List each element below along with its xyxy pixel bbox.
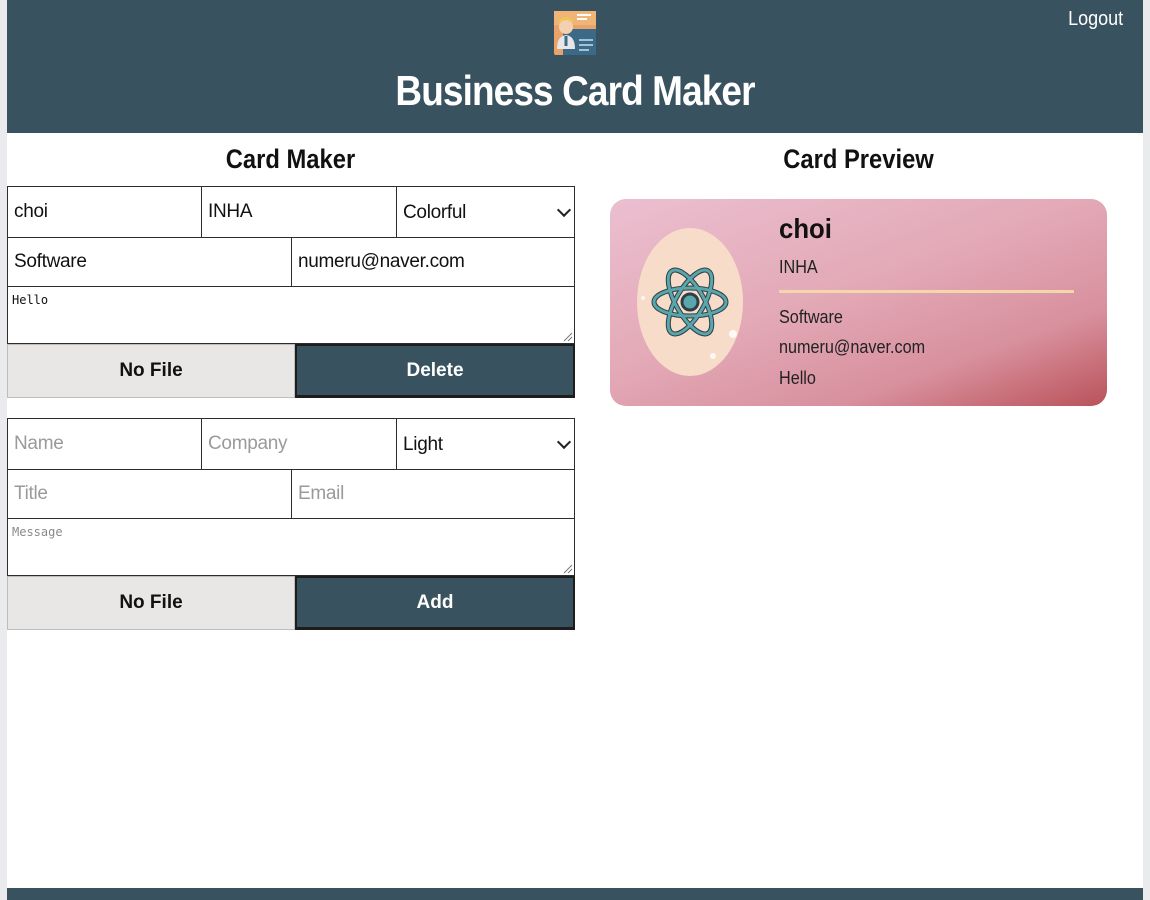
- theme-select[interactable]: Light: [396, 418, 575, 470]
- card-name: choi: [779, 213, 832, 244]
- card-company: INHA: [779, 257, 818, 277]
- theme-select[interactable]: Colorful: [396, 186, 575, 238]
- card-divider: [779, 290, 1074, 293]
- company-input[interactable]: [201, 186, 397, 238]
- file-upload-button[interactable]: No File: [7, 344, 295, 398]
- preview-card: choi INHA Software numeru@naver.com Hell…: [610, 199, 1107, 406]
- card-add-form: Light No File Add: [7, 418, 575, 630]
- card-title: Software: [779, 307, 843, 327]
- name-input[interactable]: [7, 418, 202, 470]
- email-input[interactable]: [291, 237, 575, 287]
- logout-button[interactable]: Logout: [1068, 8, 1123, 31]
- name-input[interactable]: [7, 186, 202, 238]
- business-card-logo-icon: [554, 11, 596, 55]
- card-editor-form: Colorful Hello No File Delete: [7, 186, 575, 398]
- card-email: numeru@naver.com: [779, 337, 926, 357]
- file-upload-button[interactable]: No File: [7, 576, 295, 630]
- company-input[interactable]: [201, 418, 397, 470]
- app-header: Business Card Maker Logout: [7, 0, 1143, 133]
- delete-button[interactable]: Delete: [295, 344, 575, 398]
- avatar: [637, 228, 743, 376]
- app-footer: [7, 888, 1143, 900]
- title-input[interactable]: [7, 469, 292, 519]
- app-title: Business Card Maker: [395, 67, 755, 114]
- app-container: Business Card Maker Logout Card Maker Ca…: [7, 0, 1143, 900]
- message-textarea[interactable]: Hello: [7, 286, 575, 344]
- card-maker-title: Card Maker: [225, 144, 356, 174]
- email-input[interactable]: [291, 469, 575, 519]
- message-textarea[interactable]: [7, 518, 575, 576]
- add-button[interactable]: Add: [295, 576, 575, 630]
- title-input[interactable]: [7, 237, 292, 287]
- react-atom-icon: [641, 267, 737, 359]
- card-message: Hello: [779, 368, 816, 388]
- card-preview-title: Card Preview: [783, 144, 934, 174]
